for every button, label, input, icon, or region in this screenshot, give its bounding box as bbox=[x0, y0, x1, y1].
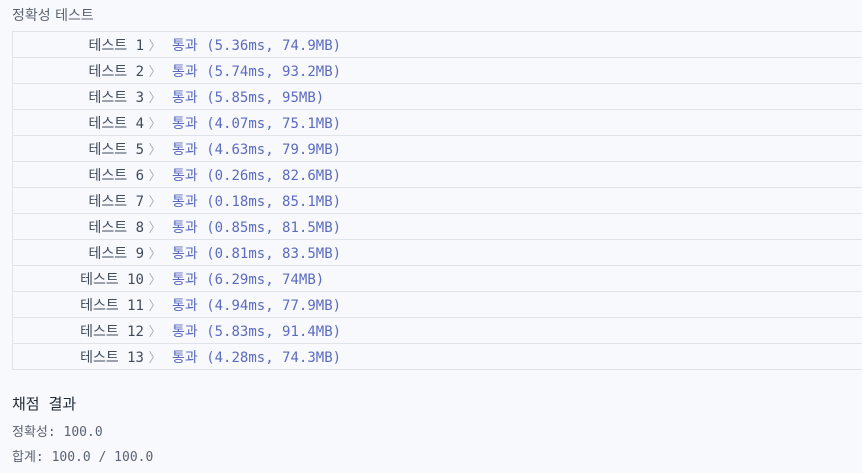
test-result: 통과 (5.85ms, 95MB) bbox=[172, 89, 325, 106]
test-result: 통과 (0.26ms, 82.6MB) bbox=[172, 167, 342, 184]
chevron-right-icon: 〉 bbox=[148, 169, 162, 184]
test-result: 통과 (0.85ms, 81.5MB) bbox=[172, 219, 342, 236]
section-title: 정확성 테스트 bbox=[12, 8, 94, 24]
test-name: 테스트 6 bbox=[88, 167, 145, 184]
test-name: 테스트 13 bbox=[80, 349, 144, 366]
chevron-right-icon: 〉 bbox=[148, 273, 162, 288]
chevron-right-icon: 〉 bbox=[148, 39, 162, 54]
test-result: 통과 (4.28ms, 74.3MB) bbox=[172, 349, 342, 366]
test-row[interactable]: 테스트 7 〉 통과 (0.18ms, 85.1MB) bbox=[13, 188, 862, 214]
total-score: 합계: 100.0 / 100.0 bbox=[12, 450, 154, 465]
accuracy-score: 정확성: 100.0 bbox=[12, 425, 103, 440]
test-row[interactable]: 테스트 3 〉 통과 (5.85ms, 95MB) bbox=[13, 84, 862, 110]
chevron-right-icon: 〉 bbox=[148, 117, 162, 132]
test-results-table: 테스트 1 〉 통과 (5.36ms, 74.9MB) 테스트 2 〉 통과 (… bbox=[12, 31, 862, 370]
chevron-right-icon: 〉 bbox=[148, 91, 162, 106]
test-result: 통과 (0.18ms, 85.1MB) bbox=[172, 193, 342, 210]
test-row[interactable]: 테스트 4 〉 통과 (4.07ms, 75.1MB) bbox=[13, 110, 862, 136]
test-name: 테스트 4 bbox=[88, 115, 145, 132]
test-result: 통과 (5.83ms, 91.4MB) bbox=[172, 323, 342, 340]
test-name: 테스트 3 bbox=[88, 89, 145, 106]
test-row[interactable]: 테스트 6 〉 통과 (0.26ms, 82.6MB) bbox=[13, 162, 862, 188]
test-name: 테스트 5 bbox=[88, 141, 145, 158]
chevron-right-icon: 〉 bbox=[148, 195, 162, 210]
test-name: 테스트 12 bbox=[80, 323, 144, 340]
chevron-right-icon: 〉 bbox=[148, 325, 162, 340]
chevron-right-icon: 〉 bbox=[148, 351, 162, 366]
chevron-right-icon: 〉 bbox=[148, 65, 162, 80]
test-row[interactable]: 테스트 1 〉 통과 (5.36ms, 74.9MB) bbox=[13, 32, 862, 58]
test-row[interactable]: 테스트 2 〉 통과 (5.74ms, 93.2MB) bbox=[13, 58, 862, 84]
test-row[interactable]: 테스트 8 〉 통과 (0.85ms, 81.5MB) bbox=[13, 214, 862, 240]
test-name: 테스트 2 bbox=[88, 63, 145, 80]
test-row[interactable]: 테스트 13 〉 통과 (4.28ms, 74.3MB) bbox=[13, 344, 862, 370]
test-name: 테스트 10 bbox=[80, 271, 144, 288]
test-row[interactable]: 테스트 5 〉 통과 (4.63ms, 79.9MB) bbox=[13, 136, 862, 162]
test-result: 통과 (4.07ms, 75.1MB) bbox=[172, 115, 342, 132]
test-row[interactable]: 테스트 11 〉 통과 (4.94ms, 77.9MB) bbox=[13, 292, 862, 318]
test-result: 통과 (5.74ms, 93.2MB) bbox=[172, 63, 342, 80]
test-result: 통과 (6.29ms, 74MB) bbox=[172, 271, 325, 288]
test-result: 통과 (0.81ms, 83.5MB) bbox=[172, 245, 342, 262]
test-name: 테스트 7 bbox=[88, 193, 145, 210]
test-result: 통과 (5.36ms, 74.9MB) bbox=[172, 37, 342, 54]
test-result: 통과 (4.94ms, 77.9MB) bbox=[172, 297, 342, 314]
test-row[interactable]: 테스트 10 〉 통과 (6.29ms, 74MB) bbox=[13, 266, 862, 292]
test-name: 테스트 8 bbox=[88, 219, 145, 236]
chevron-right-icon: 〉 bbox=[148, 247, 162, 262]
test-row[interactable]: 테스트 9 〉 통과 (0.81ms, 83.5MB) bbox=[13, 240, 862, 266]
test-name: 테스트 11 bbox=[80, 297, 144, 314]
chevron-right-icon: 〉 bbox=[148, 221, 162, 236]
test-name: 테스트 9 bbox=[88, 245, 145, 262]
test-name: 테스트 1 bbox=[88, 37, 145, 54]
grading-result-title: 채점 결과 bbox=[12, 395, 77, 413]
test-row[interactable]: 테스트 12 〉 통과 (5.83ms, 91.4MB) bbox=[13, 318, 862, 344]
chevron-right-icon: 〉 bbox=[148, 143, 162, 158]
chevron-right-icon: 〉 bbox=[148, 299, 162, 314]
test-result: 통과 (4.63ms, 79.9MB) bbox=[172, 141, 342, 158]
